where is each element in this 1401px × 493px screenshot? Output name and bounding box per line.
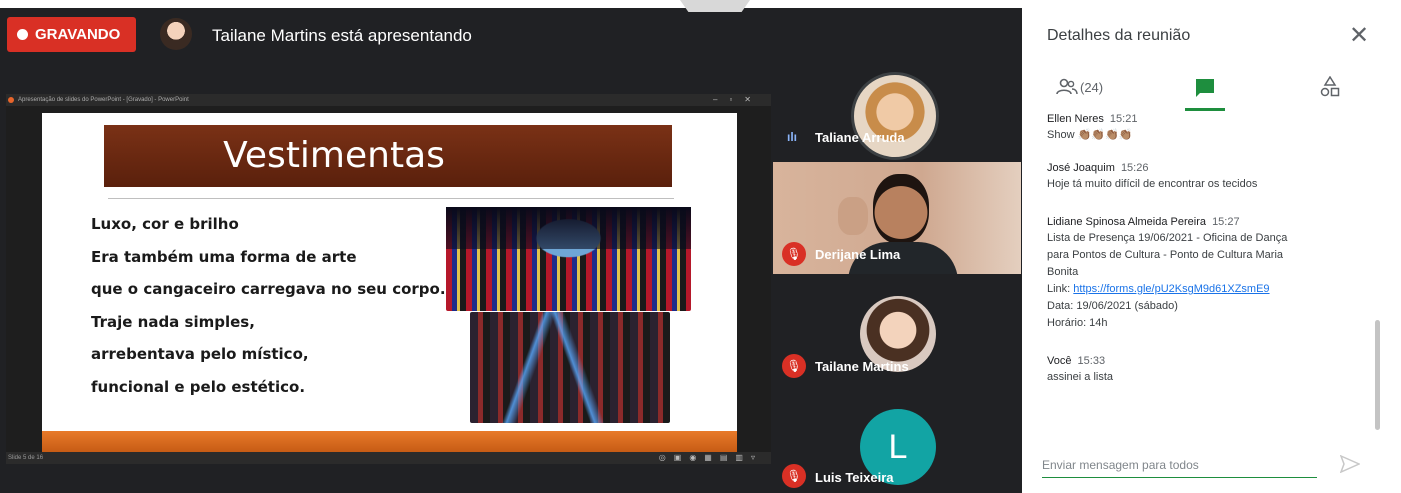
message-text: Show 👏🏽👏🏽👏🏽👏🏽 — [1047, 129, 1133, 141]
people-icon — [1056, 78, 1078, 95]
ppt-view-controls-icon: ◎▣◉▦▤▥▿ — [658, 453, 763, 462]
message-text: Lista de Presença 19/06/2021 - Oficina d… — [1047, 232, 1288, 244]
participant-name: Luis Teixeira — [815, 470, 894, 485]
slide-line: Luxo, cor e brilho — [91, 215, 239, 233]
people-count: (24) — [1080, 79, 1104, 95]
chat-message: Ellen Neres 15:21 Show 👏🏽👏🏽👏🏽👏🏽 — [1047, 112, 1377, 144]
message-link-prefix: Link: — [1047, 283, 1074, 295]
tab-people[interactable]: (24) — [1056, 78, 1103, 96]
slide-line: Traje nada simples, — [91, 312, 255, 331]
chat-icon — [1196, 79, 1214, 97]
tab-chat[interactable] — [1194, 78, 1216, 98]
message-input-row — [1042, 456, 1317, 478]
slide-photo-dancers-lights — [470, 312, 670, 423]
chat-message: Lidiane Spinosa Almeida Pereira 15:27 Li… — [1047, 215, 1377, 332]
active-tab-indicator — [1185, 108, 1225, 111]
message-time: 15:27 — [1212, 216, 1240, 228]
powerpoint-icon — [8, 97, 14, 103]
message-sender: Lidiane Spinosa Almeida Pereira — [1047, 216, 1206, 228]
panel-title: Detalhes da reunião — [1047, 27, 1191, 44]
message-text: assinei a lista — [1047, 371, 1114, 383]
activities-icon — [1320, 75, 1340, 97]
message-time: 15:26 — [1120, 162, 1149, 174]
slide-line: funcional e pelo estético. — [91, 377, 306, 396]
slide-title: Vestimentas — [223, 135, 445, 176]
recording-label: GRAVANDO — [35, 26, 121, 43]
slide-body: Luxo, cor e brilho Era também uma forma … — [91, 213, 446, 408]
panel-tabs: (24) — [1022, 70, 1401, 111]
participant-name: Tailane Martins — [815, 359, 909, 374]
slide-footer-bar — [42, 431, 737, 453]
mic-off-icon: 🎙 — [782, 242, 806, 266]
presenter-status: Tailane Martins está apresentando — [212, 26, 472, 45]
participant-tile[interactable]: ılı Taliane Arruda — [773, 52, 1021, 160]
send-icon[interactable] — [1340, 455, 1360, 473]
participant-avatar — [851, 72, 939, 160]
presenter-avatar — [160, 18, 192, 50]
slide-line: que o cangaceiro carregava no seu corpo. — [91, 280, 446, 298]
message-sender: Você — [1047, 355, 1072, 367]
ppt-statusbar: Slide 5 de 16 ◎▣◉▦▤▥▿ — [6, 452, 771, 464]
message-link[interactable]: https://forms.gle/pU2KsgM9d61XZsmE9 — [1073, 283, 1269, 295]
message-text: Bonita — [1047, 266, 1079, 278]
meeting-details-panel: Detalhes da reunião ✕ (24) Ellen Neres 1… — [1022, 8, 1401, 493]
participant-tile[interactable]: L 🎙 Luis Teixeira — [773, 384, 1021, 493]
ppt-window-controls: –▫✕ — [713, 95, 763, 104]
slide-divider — [108, 198, 674, 199]
message-input[interactable] — [1042, 458, 1317, 472]
participant-name: Derijane Lima — [815, 247, 901, 262]
ppt-titlebar: Apresentação de slides do PowerPoint - [… — [6, 94, 771, 106]
message-sender: José Joaquim — [1047, 162, 1115, 174]
ppt-window-title: Apresentação de slides do PowerPoint - [… — [18, 97, 189, 103]
mic-off-icon: 🎙 — [782, 354, 806, 378]
chat-message: Você 15:33 assinei a lista — [1047, 354, 1377, 386]
message-time: 15:33 — [1077, 355, 1106, 367]
participant-name: Taliane Arruda — [815, 130, 905, 145]
participant-tile[interactable]: 🎙 Tailane Martins — [773, 276, 1021, 382]
message-text: Data: 19/06/2021 (sábado) — [1047, 300, 1178, 312]
message-text: para Pontos de Cultura - Ponto de Cultur… — [1047, 249, 1284, 261]
slide-title-bar: Vestimentas — [104, 125, 672, 187]
close-icon[interactable]: ✕ — [1349, 22, 1369, 50]
participant-video-face — [873, 174, 929, 244]
meeting-stage: GRAVANDO Tailane Martins está apresentan… — [0, 8, 1022, 493]
chat-messages: Ellen Neres 15:21 Show 👏🏽👏🏽👏🏽👏🏽 José Joa… — [1047, 112, 1377, 403]
tab-activities[interactable] — [1320, 75, 1340, 98]
message-text: Horário: 14h — [1047, 317, 1108, 329]
chat-scrollbar[interactable] — [1375, 320, 1380, 430]
slide-photo-dancers-stage — [446, 207, 691, 311]
participant-video-hand — [838, 197, 868, 235]
message-sender: Ellen Neres — [1047, 113, 1104, 125]
message-text: Hoje tá muito difícil de encontrar os te… — [1047, 178, 1258, 190]
message-time: 15:21 — [1109, 113, 1138, 125]
screen-notch — [680, 0, 750, 12]
slide-line: Era também uma forma de arte — [91, 247, 357, 266]
chat-message: José Joaquim 15:26 Hoje tá muito difícil… — [1047, 161, 1377, 193]
recording-badge[interactable]: GRAVANDO — [7, 17, 136, 52]
participant-tile[interactable]: 🎙 Derijane Lima — [773, 162, 1021, 274]
recording-dot-icon — [17, 29, 28, 40]
speaking-indicator-icon: ılı — [787, 130, 798, 144]
slide: Vestimentas Luxo, cor e brilho Era també… — [42, 113, 737, 453]
ppt-slide-counter: Slide 5 de 16 — [8, 455, 44, 461]
shared-screen: Apresentação de slides do PowerPoint - [… — [6, 94, 771, 464]
mic-off-icon: 🎙 — [782, 464, 806, 488]
slide-line: arrebentava pelo místico, — [91, 345, 309, 363]
